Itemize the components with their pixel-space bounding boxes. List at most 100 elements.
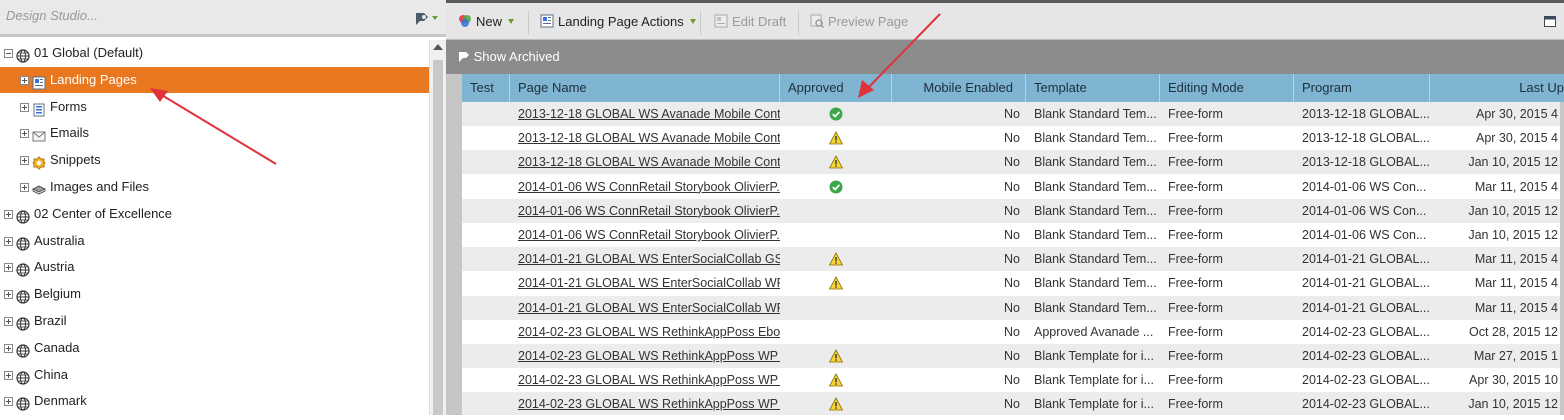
page-name-cell[interactable]: 2014-01-06 WS ConnRetail Storybook Olivi… — [510, 199, 780, 223]
search-options-icon[interactable] — [414, 10, 442, 26]
tree-item-austria[interactable]: Austria — [0, 254, 429, 280]
expand-icon[interactable] — [4, 370, 13, 380]
mobile-cell: No — [1004, 252, 1020, 267]
tree-item-label: Snippets — [50, 152, 101, 168]
page-name-cell[interactable]: 2013-12-18 GLOBAL WS Avanade Mobile Cont… — [510, 102, 780, 126]
tree-item-label: Belgium — [34, 286, 81, 302]
tree-item-images-and-files[interactable]: Images and Files — [0, 174, 429, 200]
edit-draft-button[interactable]: Edit Draft — [714, 12, 786, 32]
expand-icon[interactable] — [4, 236, 13, 246]
expand-icon[interactable] — [20, 183, 29, 192]
new-button[interactable]: New — [458, 12, 515, 32]
mobile-cell: No — [1004, 373, 1020, 388]
page-name-cell[interactable]: 2014-01-21 GLOBAL WS EnterSocialCollab W… — [510, 296, 780, 320]
updated-cell: Mar 11, 2015 4 — [1474, 252, 1558, 267]
column-header-editing-mode[interactable]: Editing Mode — [1160, 74, 1294, 102]
table-row[interactable]: 2013-12-18 GLOBAL WS Avanade Mobile Cont… — [462, 150, 1564, 175]
table-row[interactable]: 2014-01-21 GLOBAL WS EnterSocialCollab W… — [462, 271, 1564, 295]
tree-item-landing-pages[interactable]: Landing Pages — [0, 66, 429, 93]
toolbar-divider — [700, 11, 701, 35]
tree-item-belgium[interactable]: Belgium — [0, 281, 429, 307]
maximize-icon[interactable] — [1544, 15, 1556, 27]
test-cell — [462, 126, 510, 150]
program-cell: 2014-01-21 GLOBAL... — [1302, 300, 1430, 315]
page-name-cell[interactable]: 2014-02-23 GLOBAL WS RethinkAppPoss Eboo… — [510, 320, 780, 344]
tree-item-01-global-default[interactable]: 01 Global (Default) — [0, 40, 429, 66]
tree-item-canada[interactable]: Canada — [0, 335, 429, 361]
table-row[interactable]: 2014-01-06 WS ConnRetail Storybook Olivi… — [462, 175, 1564, 199]
tree-item-forms[interactable]: Forms — [0, 94, 429, 120]
mobile-cell: No — [1004, 155, 1020, 170]
program-cell: 2014-01-06 WS Con... — [1302, 179, 1427, 194]
program-cell: 2013-12-18 GLOBAL... — [1302, 131, 1430, 146]
table-row[interactable]: 2014-02-23 GLOBAL WS RethinkAppPoss WP C… — [462, 368, 1564, 392]
expand-icon[interactable] — [20, 102, 29, 112]
page-name-cell[interactable]: 2014-02-23 GLOBAL WS RethinkAppPoss WP C… — [510, 344, 780, 368]
page-name-cell[interactable]: 2013-12-18 GLOBAL WS Avanade Mobile Cont… — [510, 150, 780, 174]
edit-draft-label: Edit Draft — [732, 14, 787, 29]
tree-item-snippets[interactable]: Snippets — [0, 147, 429, 173]
template-cell: Blank Template for i... — [1034, 397, 1154, 412]
scroll-up-arrow-icon[interactable] — [433, 44, 443, 50]
grid-scrollbar[interactable] — [1560, 102, 1564, 415]
tree-item-denmark[interactable]: Denmark — [0, 388, 429, 414]
tree-scrollbar[interactable] — [429, 40, 447, 415]
landing-page-actions-label: Landing Page Actions — [558, 14, 684, 29]
table-row[interactable]: 2013-12-18 GLOBAL WS Avanade Mobile Cont… — [462, 102, 1564, 126]
expand-icon[interactable] — [20, 129, 29, 139]
page-name-cell[interactable]: 2014-02-23 GLOBAL WS RethinkAppPoss WP C… — [510, 368, 780, 392]
expand-icon[interactable] — [20, 75, 29, 85]
expand-icon[interactable] — [4, 343, 13, 353]
table-row[interactable]: 2014-01-06 WS ConnRetail Storybook Olivi… — [462, 198, 1564, 223]
approved-cell — [780, 150, 892, 174]
expand-icon[interactable] — [4, 290, 13, 300]
column-header-program[interactable]: Program — [1294, 74, 1430, 102]
table-row[interactable]: 2014-01-21 GLOBAL WS EnterSocialCollab W… — [462, 295, 1564, 320]
column-header-test[interactable]: Test — [462, 74, 510, 102]
page-name-cell[interactable]: 2014-01-06 WS ConnRetail Storybook Olivi… — [510, 175, 780, 199]
page-name-cell[interactable]: 2014-01-06 WS ConnRetail Storybook Olivi… — [510, 223, 780, 247]
tree-item-china[interactable]: China — [0, 362, 429, 388]
table-row[interactable]: 2014-01-06 WS ConnRetail Storybook Olivi… — [462, 223, 1564, 247]
column-header-approved[interactable]: Approved — [780, 74, 892, 102]
tree-item-brazil[interactable]: Brazil — [0, 308, 429, 334]
table-row[interactable]: 2014-02-23 GLOBAL WS RethinkAppPoss Eboo… — [462, 320, 1564, 344]
expand-icon[interactable] — [4, 317, 13, 326]
approved-cell — [780, 126, 892, 150]
editing-cell: Free-form — [1168, 203, 1223, 218]
mobile-cell: No — [1004, 107, 1020, 121]
tree-item-australia[interactable]: Australia — [0, 228, 429, 254]
search-bar: Design Studio... — [0, 0, 446, 37]
show-archived-toggle[interactable]: Show Archived — [458, 49, 560, 64]
column-header-last-updated[interactable]: Last Up — [1430, 74, 1564, 102]
expand-icon[interactable] — [4, 397, 13, 407]
approved-cell — [780, 296, 892, 320]
column-header-mobile-enabled[interactable]: Mobile Enabled — [892, 74, 1026, 102]
approved-check-icon — [829, 105, 843, 121]
column-header-page-name[interactable]: Page Name — [510, 74, 780, 102]
expand-icon[interactable] — [4, 263, 13, 273]
search-input[interactable]: Design Studio... — [6, 8, 98, 23]
grid-header: Test Page Name Approved Mobile Enabled T… — [462, 74, 1564, 102]
tree-item-emails[interactable]: Emails — [0, 120, 429, 146]
expand-icon[interactable] — [20, 156, 29, 166]
tree-item-02-center-of-excellence[interactable]: 02 Center of Excellence — [0, 201, 429, 227]
globe-icon — [16, 46, 30, 63]
table-row[interactable]: 2014-02-23 GLOBAL WS RethinkAppPoss WP C… — [462, 392, 1564, 415]
table-row[interactable]: 2014-01-21 GLOBAL WS EnterSocialCollab G… — [462, 247, 1564, 272]
tree-item-label: 01 Global (Default) — [34, 45, 144, 60]
page-name-cell[interactable]: 2014-01-21 GLOBAL WS EnterSocialCollab W… — [510, 271, 780, 295]
scrollbar-thumb[interactable] — [433, 60, 443, 415]
test-cell — [462, 320, 510, 344]
page-name-cell[interactable]: 2013-12-18 GLOBAL WS Avanade Mobile Cont… — [510, 126, 780, 150]
page-name-cell[interactable]: 2014-01-21 GLOBAL WS EnterSocialCollab G… — [510, 247, 780, 271]
expand-icon[interactable] — [4, 209, 13, 219]
table-row[interactable]: 2013-12-18 GLOBAL WS Avanade Mobile Cont… — [462, 126, 1564, 150]
column-header-template[interactable]: Template — [1026, 74, 1160, 102]
page-name-cell[interactable]: 2014-02-23 GLOBAL WS RethinkAppPoss WP C… — [510, 392, 780, 415]
landing-page-actions-button[interactable]: Landing Page Actions — [540, 12, 696, 32]
table-row[interactable]: 2014-02-23 GLOBAL WS RethinkAppPoss WP C… — [462, 344, 1564, 368]
collapse-icon[interactable] — [4, 49, 13, 58]
template-cell: Blank Standard Tem... — [1034, 252, 1157, 267]
preview-page-button[interactable]: Preview Page — [810, 12, 908, 32]
